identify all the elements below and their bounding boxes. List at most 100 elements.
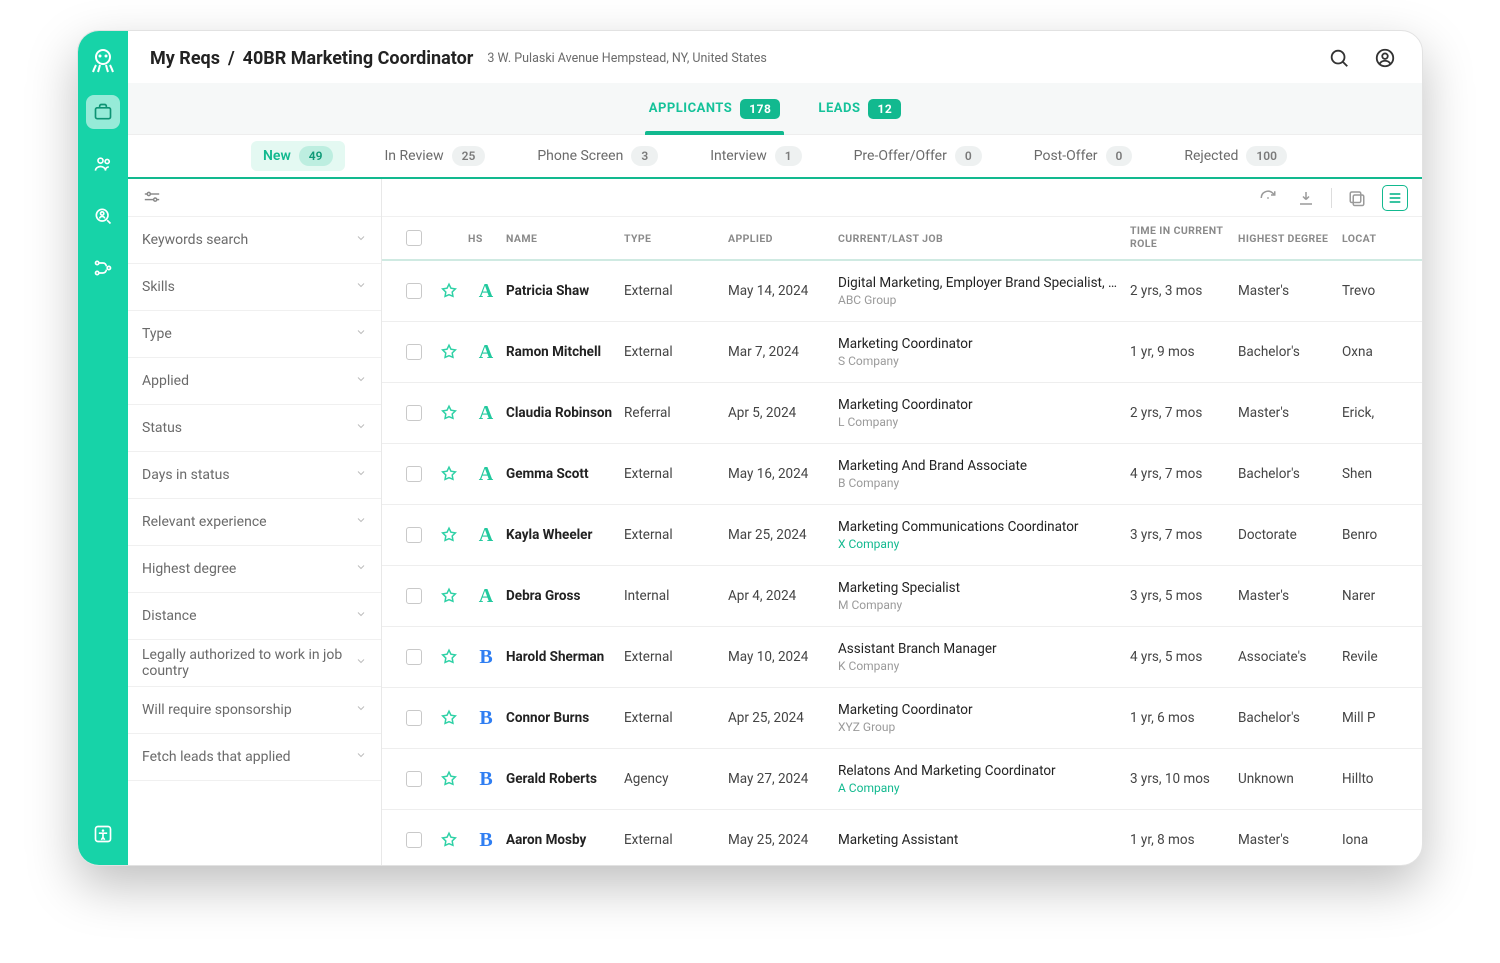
filter-will-require-sponsorship[interactable]: Will require sponsorship [128, 687, 381, 734]
table-row[interactable]: AKayla WheelerExternalMar 25, 2024Market… [382, 505, 1422, 566]
location: Mill P [1342, 710, 1402, 726]
tab-applicants-count: 178 [740, 99, 780, 119]
current-job: Relatons And Marketing CoordinatorA Comp… [838, 763, 1130, 795]
star-icon[interactable] [432, 770, 466, 788]
tab-applicants[interactable]: APPLICANTS 178 [645, 83, 785, 135]
list-view-icon[interactable] [1382, 185, 1408, 211]
stage-tab-count: 3 [631, 146, 658, 166]
applicant-name: Gerald Roberts [506, 771, 624, 787]
stage-tab-new[interactable]: New49 [251, 141, 345, 171]
highest-degree: Bachelor's [1238, 710, 1342, 726]
filter-highest-degree[interactable]: Highest degree [128, 546, 381, 593]
stage-tab-rejected[interactable]: Rejected100 [1172, 141, 1299, 171]
star-icon[interactable] [432, 404, 466, 422]
row-checkbox[interactable] [406, 832, 422, 848]
nav-search[interactable] [86, 199, 120, 233]
table-row[interactable]: BConnor BurnsExternalApr 25, 2024Marketi… [382, 688, 1422, 749]
nav-pipeline[interactable] [86, 251, 120, 285]
star-icon[interactable] [432, 648, 466, 666]
col-applied[interactable]: APPLIED [728, 232, 838, 245]
applicant-name: Aaron Mosby [506, 832, 624, 848]
nav-people[interactable] [86, 147, 120, 181]
stage-tab-pre-offer-offer[interactable]: Pre-Offer/Offer0 [842, 141, 994, 171]
row-checkbox[interactable] [406, 649, 422, 665]
stage-tab-in-review[interactable]: In Review25 [373, 141, 498, 171]
stage-tab-post-offer[interactable]: Post-Offer0 [1022, 141, 1145, 171]
nav-reqs[interactable] [86, 95, 120, 129]
col-name[interactable]: NAME [506, 232, 624, 245]
row-checkbox[interactable] [406, 527, 422, 543]
filter-fetch-leads-that-applied[interactable]: Fetch leads that applied [128, 734, 381, 781]
row-checkbox[interactable] [406, 466, 422, 482]
breadcrumb-root[interactable]: My Reqs [150, 48, 220, 69]
nav-accessibility[interactable] [86, 817, 120, 851]
profile-icon[interactable] [1370, 43, 1400, 73]
applicant-name: Kayla Wheeler [506, 527, 624, 543]
hs-grade: B [479, 646, 492, 669]
table-row[interactable]: AClaudia RobinsonReferralApr 5, 2024Mark… [382, 383, 1422, 444]
row-checkbox[interactable] [406, 710, 422, 726]
col-location[interactable]: LOCAT [1342, 232, 1402, 245]
table-row[interactable]: BHarold ShermanExternalMay 10, 2024Assis… [382, 627, 1422, 688]
row-checkbox[interactable] [406, 588, 422, 604]
star-icon[interactable] [432, 465, 466, 483]
cards-view-icon[interactable] [1344, 185, 1370, 211]
filters-header[interactable] [128, 179, 381, 217]
star-icon[interactable] [432, 282, 466, 300]
applicant-name: Ramon Mitchell [506, 344, 624, 360]
stage-tab-count: 49 [299, 146, 333, 166]
col-time[interactable]: TIME IN CURRENT ROLE [1130, 225, 1238, 250]
col-type[interactable]: TYPE [624, 232, 728, 245]
primary-tabs: APPLICANTS 178 LEADS 12 [128, 83, 1422, 135]
star-icon[interactable] [432, 526, 466, 544]
row-checkbox[interactable] [406, 344, 422, 360]
time-in-role: 3 yrs, 7 mos [1130, 527, 1238, 543]
stage-tab-count: 100 [1246, 146, 1287, 166]
tab-leads-count: 12 [868, 99, 901, 119]
current-job: Marketing CoordinatorXYZ Group [838, 702, 1130, 734]
table-row[interactable]: BAaron MosbyExternalMay 25, 2024Marketin… [382, 810, 1422, 865]
table-row[interactable]: BGerald RobertsAgencyMay 27, 2024Relaton… [382, 749, 1422, 810]
time-in-role: 3 yrs, 5 mos [1130, 588, 1238, 604]
table-row[interactable]: APatricia ShawExternalMay 14, 2024Digita… [382, 261, 1422, 322]
search-icon[interactable] [1324, 43, 1354, 73]
refresh-icon[interactable] [1255, 185, 1281, 211]
col-degree[interactable]: HIGHEST DEGREE [1238, 232, 1342, 245]
star-icon[interactable] [432, 343, 466, 361]
chevron-down-icon [355, 514, 367, 530]
row-checkbox[interactable] [406, 283, 422, 299]
select-all-checkbox[interactable] [406, 230, 422, 246]
page-header: My Reqs / 40BR Marketing Coordinator 3 W… [128, 31, 1422, 83]
stage-tab-label: Post-Offer [1034, 148, 1098, 164]
row-checkbox[interactable] [406, 405, 422, 421]
filter-label: Highest degree [142, 561, 236, 577]
table-row[interactable]: ADebra GrossInternalApr 4, 2024Marketing… [382, 566, 1422, 627]
time-in-role: 3 yrs, 10 mos [1130, 771, 1238, 787]
col-job[interactable]: CURRENT/LAST JOB [838, 232, 1130, 245]
filter-distance[interactable]: Distance [128, 593, 381, 640]
stage-tab-phone-screen[interactable]: Phone Screen3 [525, 141, 670, 171]
download-icon[interactable] [1293, 185, 1319, 211]
applicant-type: Referral [624, 405, 728, 421]
table-row[interactable]: ARamon MitchellExternalMar 7, 2024Market… [382, 322, 1422, 383]
filter-keywords-search[interactable]: Keywords search [128, 217, 381, 264]
col-hs[interactable]: HS [466, 232, 506, 245]
stage-tab-interview[interactable]: Interview1 [698, 141, 813, 171]
page-title: 40BR Marketing Coordinator [243, 48, 474, 69]
filter-label: Days in status [142, 467, 230, 483]
filter-skills[interactable]: Skills [128, 264, 381, 311]
filter-legally-authorized-to-work-in-job-country[interactable]: Legally authorized to work in job countr… [128, 640, 381, 687]
filter-status[interactable]: Status [128, 405, 381, 452]
row-checkbox[interactable] [406, 771, 422, 787]
filter-applied[interactable]: Applied [128, 358, 381, 405]
star-icon[interactable] [432, 709, 466, 727]
filter-type[interactable]: Type [128, 311, 381, 358]
filter-relevant-experience[interactable]: Relevant experience [128, 499, 381, 546]
filter-days-in-status[interactable]: Days in status [128, 452, 381, 499]
star-icon[interactable] [432, 587, 466, 605]
stage-tabs: New49 In Review25 Phone Screen3 Interview1 P… [128, 135, 1422, 179]
table-row[interactable]: AGemma ScottExternalMay 16, 2024Marketin… [382, 444, 1422, 505]
chevron-down-icon [355, 608, 367, 624]
tab-leads[interactable]: LEADS 12 [814, 83, 905, 135]
star-icon[interactable] [432, 831, 466, 849]
